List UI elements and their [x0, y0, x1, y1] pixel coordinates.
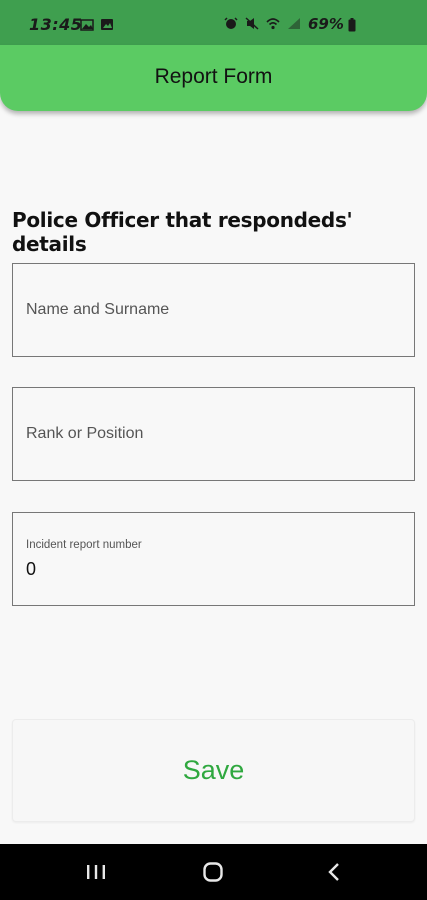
- back-icon[interactable]: [322, 862, 346, 882]
- gallery-notification-icon: [80, 19, 94, 31]
- status-system-icons: [224, 17, 301, 30]
- status-time: 13:45: [29, 15, 83, 34]
- save-button-label: Save: [182, 755, 245, 785]
- status-bar: 13:45 69%: [0, 0, 427, 46]
- wifi-icon: [266, 18, 280, 30]
- save-button[interactable]: Save: [12, 719, 415, 822]
- name-surname-field[interactable]: [12, 263, 415, 357]
- incident-report-number-field[interactable]: Incident report number 0: [12, 512, 415, 606]
- recents-icon[interactable]: [84, 862, 108, 882]
- battery-icon: [348, 18, 356, 32]
- incident-report-number-label: Incident report number: [26, 539, 142, 551]
- mute-icon: [245, 17, 259, 30]
- name-surname-input[interactable]: [13, 264, 414, 356]
- battery-percentage: 69%: [308, 15, 344, 33]
- rank-position-input[interactable]: [13, 388, 414, 480]
- status-notification-icons: [80, 18, 114, 31]
- alarm-icon: [224, 17, 238, 29]
- system-navigation-bar: [0, 844, 427, 900]
- home-icon[interactable]: [201, 862, 225, 882]
- signal-icon: [288, 18, 300, 29]
- incident-report-number-value[interactable]: 0: [26, 559, 36, 580]
- section-heading: Police Officer that respondeds' details: [12, 208, 353, 256]
- rank-position-field[interactable]: [12, 387, 415, 481]
- image-notification-icon: [101, 19, 113, 30]
- app-title: Report Form: [154, 65, 273, 88]
- app-bar: Report Form: [0, 45, 427, 111]
